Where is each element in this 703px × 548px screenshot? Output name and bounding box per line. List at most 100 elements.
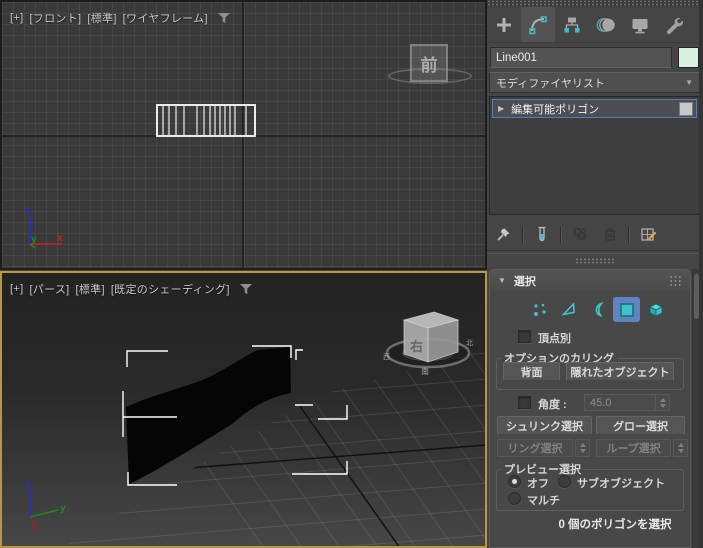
shrink-label: シュリンク選択 — [506, 418, 583, 434]
viewcube-front[interactable]: 前 — [410, 44, 448, 82]
axis-label-y: y — [31, 234, 37, 245]
pin-stack-button[interactable] — [495, 225, 513, 243]
toolbar-separator — [560, 226, 562, 243]
stack-item-onoff-icon[interactable] — [679, 102, 693, 116]
expand-arrow-icon[interactable]: ▶ — [498, 104, 504, 113]
viewport-front-scene: z y x — [2, 2, 485, 268]
viewport-menu-general[interactable]: [+] — [10, 283, 23, 295]
panel-edge-strip — [699, 0, 703, 548]
subobject-vertex-button[interactable] — [526, 297, 553, 322]
per-view-filter-icon[interactable] — [240, 284, 252, 295]
viewport-front-label: [+] [フロント] [標準] [ワイヤフレーム] — [10, 10, 230, 26]
preview-multi-radio[interactable] — [508, 492, 521, 505]
rollout-collapse-icon: ▼ — [498, 276, 506, 285]
spinner-arrows-icon — [576, 440, 589, 456]
modify-icon — [528, 15, 548, 35]
grow-selection-button[interactable]: グロー選択 — [596, 416, 685, 435]
rollout-grip-dots-icon — [669, 275, 682, 286]
border-icon — [588, 300, 608, 320]
modifier-stack-list[interactable]: ▶ 編集可能ポリゴン — [489, 96, 700, 215]
subobject-polygon-button[interactable] — [613, 297, 640, 322]
viewport-perspective-scene: 右 西 南 北 z y x — [2, 273, 485, 546]
tab-hierarchy[interactable] — [555, 7, 589, 42]
element-cube-icon — [646, 300, 666, 320]
hidden-objects-button[interactable]: 隠れたオブジェクト — [566, 362, 674, 381]
axis-tripod-perspective: z y x — [26, 479, 66, 533]
compass-west: 西 — [383, 353, 390, 361]
angle-spinner[interactable]: 45.0 — [584, 394, 670, 411]
selection-rollout: ▼ 選択 — [489, 269, 691, 548]
viewport-menu-general[interactable]: [+] — [10, 12, 23, 24]
angle-label: 角度 : — [538, 396, 567, 412]
viewcube-perspective[interactable]: 右 西 南 北 — [383, 312, 473, 376]
rollout-title: 選択 — [514, 273, 536, 289]
compass-south: 南 — [421, 366, 429, 376]
show-end-result-button[interactable] — [533, 225, 551, 243]
ring-label: リング選択 — [508, 440, 563, 456]
viewcube-front-face-label: 前 — [421, 51, 438, 76]
axis-label-x: x — [57, 233, 63, 244]
loop-label: ループ選択 — [606, 440, 660, 456]
editable-poly-object[interactable] — [126, 347, 291, 484]
tab-create[interactable] — [487, 7, 521, 42]
tab-modify[interactable] — [521, 7, 555, 42]
viewport-menu-shading[interactable]: [ワイヤフレーム] — [123, 10, 208, 26]
display-monitor-icon — [630, 15, 650, 35]
name-and-color-row — [490, 47, 700, 68]
test-tube-icon — [533, 225, 551, 243]
polygon-icon — [617, 300, 637, 320]
loop-spinner — [673, 439, 688, 457]
tab-utilities[interactable] — [657, 7, 691, 42]
modifier-list-dropdown[interactable]: モディファイヤリスト ▼ — [489, 72, 700, 93]
viewport-menu-shading[interactable]: [既定のシェーディング] — [111, 281, 230, 297]
ring-selection-button: リング選択 — [497, 439, 573, 457]
shrink-selection-button[interactable]: シュリンク選択 — [497, 416, 592, 435]
vertex-icon — [530, 300, 550, 320]
grow-label: グロー選択 — [613, 418, 668, 434]
per-view-filter-icon[interactable] — [218, 13, 230, 24]
remove-modifier-button-disabled — [601, 225, 619, 243]
compass-north: 北 — [466, 339, 473, 347]
viewport-menu-pov[interactable]: [パース] — [29, 281, 69, 297]
panel-divider — [487, 250, 703, 254]
tab-motion[interactable] — [589, 7, 623, 42]
subobject-element-button[interactable] — [642, 297, 669, 322]
wireframe-object[interactable] — [157, 105, 255, 136]
spinner-arrows-icon[interactable] — [655, 395, 669, 410]
hierarchy-icon — [562, 15, 582, 35]
viewport-perspective[interactable]: 右 西 南 北 z y x [+] [パース] [標準] [既定のシェーディング… — [0, 271, 487, 548]
backface-culling-button[interactable]: 背面 — [503, 362, 560, 381]
trash-icon — [601, 225, 619, 243]
panel-drag-handle[interactable] — [487, 0, 703, 7]
rollout-drag-dots[interactable] — [575, 258, 615, 264]
edge-icon — [559, 300, 579, 320]
object-name-field[interactable] — [490, 47, 672, 68]
toolbar-separator — [522, 226, 524, 243]
stack-item-editable-poly[interactable]: ▶ 編集可能ポリゴン — [492, 99, 697, 118]
ground-axis-x — [60, 445, 485, 478]
command-panel-tabs — [487, 7, 703, 43]
angle-checkbox[interactable] — [518, 396, 531, 409]
preview-off-label: オフ — [527, 475, 549, 491]
viewport-menu-preset[interactable]: [標準] — [87, 10, 116, 26]
by-vertex-checkbox[interactable] — [518, 330, 531, 343]
configure-modifier-sets-button[interactable] — [639, 225, 657, 243]
viewport-front[interactable]: z y x 前 [+] [フロント] [標準] [ワイヤフレーム] — [0, 0, 487, 270]
preview-subobject-radio[interactable] — [558, 475, 571, 488]
object-color-swatch[interactable] — [678, 47, 699, 68]
subobject-edge-button[interactable] — [555, 297, 582, 322]
viewport-perspective-label: [+] [パース] [標準] [既定のシェーディング] — [10, 281, 252, 297]
chevron-down-icon: ▼ — [685, 78, 693, 87]
preview-off-radio[interactable] — [508, 475, 521, 488]
subobject-border-button[interactable] — [584, 297, 611, 322]
tab-display[interactable] — [623, 7, 657, 42]
selection-rollout-header[interactable]: ▼ 選択 — [490, 270, 690, 291]
viewport-menu-preset[interactable]: [標準] — [76, 281, 105, 297]
backface-label: 背面 — [521, 364, 543, 380]
create-plus-icon — [494, 15, 514, 35]
toolbar-separator — [628, 226, 630, 243]
command-panel: モディファイヤリスト ▼ ▶ 編集可能ポリゴン — [487, 0, 703, 548]
viewport-menu-pov[interactable]: [フロント] — [29, 10, 81, 26]
axis-label-y: y — [60, 503, 66, 514]
make-unique-button-disabled — [571, 225, 589, 243]
